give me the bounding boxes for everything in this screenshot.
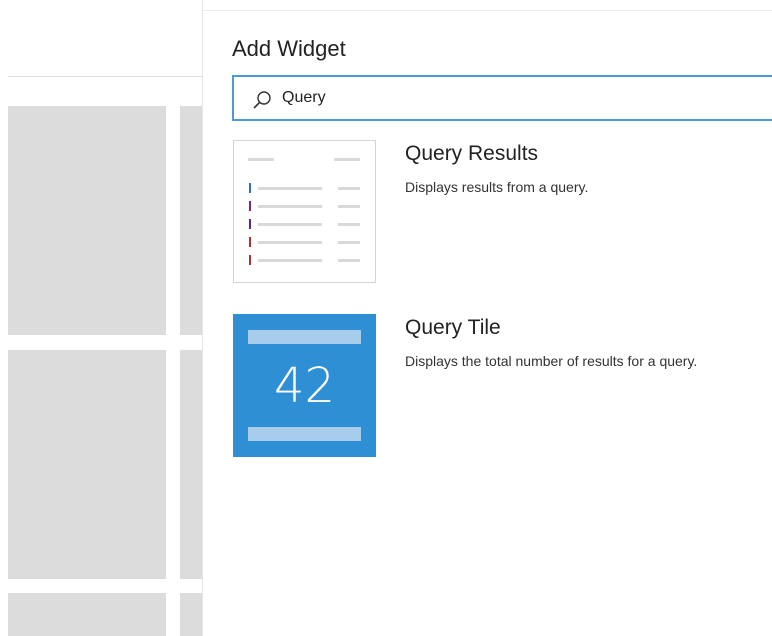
dashboard-tile <box>8 106 166 335</box>
result-line <box>258 205 322 208</box>
dashboard-tile <box>180 106 202 335</box>
dashboard-background <box>0 0 202 636</box>
result-line <box>258 241 322 244</box>
widget-query-results[interactable]: Query Results Displays results from a qu… <box>233 140 772 283</box>
result-color-mark <box>249 183 251 193</box>
widget-name: Query Results <box>405 142 539 165</box>
tile-bottom-bar <box>248 427 361 441</box>
widget-name: Query Tile <box>405 316 501 339</box>
result-color-mark <box>249 237 251 247</box>
result-line <box>338 223 360 226</box>
thumb-header-bar <box>248 158 274 161</box>
panel-title: Add Widget <box>232 36 346 61</box>
widget-search-box[interactable] <box>232 75 772 121</box>
result-line <box>258 259 322 262</box>
tile-top-bar <box>248 330 361 344</box>
add-widget-panel: Add Widget Query Re <box>203 0 772 636</box>
dashboard-tile <box>8 350 166 579</box>
result-line <box>338 187 360 190</box>
widget-description: Displays results from a query. <box>405 179 589 195</box>
result-color-mark <box>249 201 251 211</box>
dashboard-tile <box>180 593 202 636</box>
dashboard-header-divider <box>8 76 202 77</box>
query-results-thumbnail <box>233 140 376 283</box>
query-tile-thumbnail: 42 <box>233 314 376 457</box>
thumb-header-bar <box>334 158 360 161</box>
dashboard-tile <box>180 350 202 579</box>
widget-search-input[interactable] <box>282 86 752 110</box>
result-line <box>338 241 360 244</box>
search-icon <box>253 91 271 109</box>
panel-top-divider <box>203 10 772 11</box>
result-color-mark <box>249 219 251 229</box>
dashboard-tile <box>8 593 166 636</box>
result-line <box>338 205 360 208</box>
widget-query-tile[interactable]: 42 Query Tile Displays the total number … <box>233 314 772 457</box>
result-line <box>258 187 322 190</box>
result-line <box>338 259 360 262</box>
result-color-mark <box>249 255 251 265</box>
result-line <box>258 223 322 226</box>
widget-description: Displays the total number of results for… <box>405 353 698 369</box>
tile-count-value: 42 <box>273 358 336 414</box>
